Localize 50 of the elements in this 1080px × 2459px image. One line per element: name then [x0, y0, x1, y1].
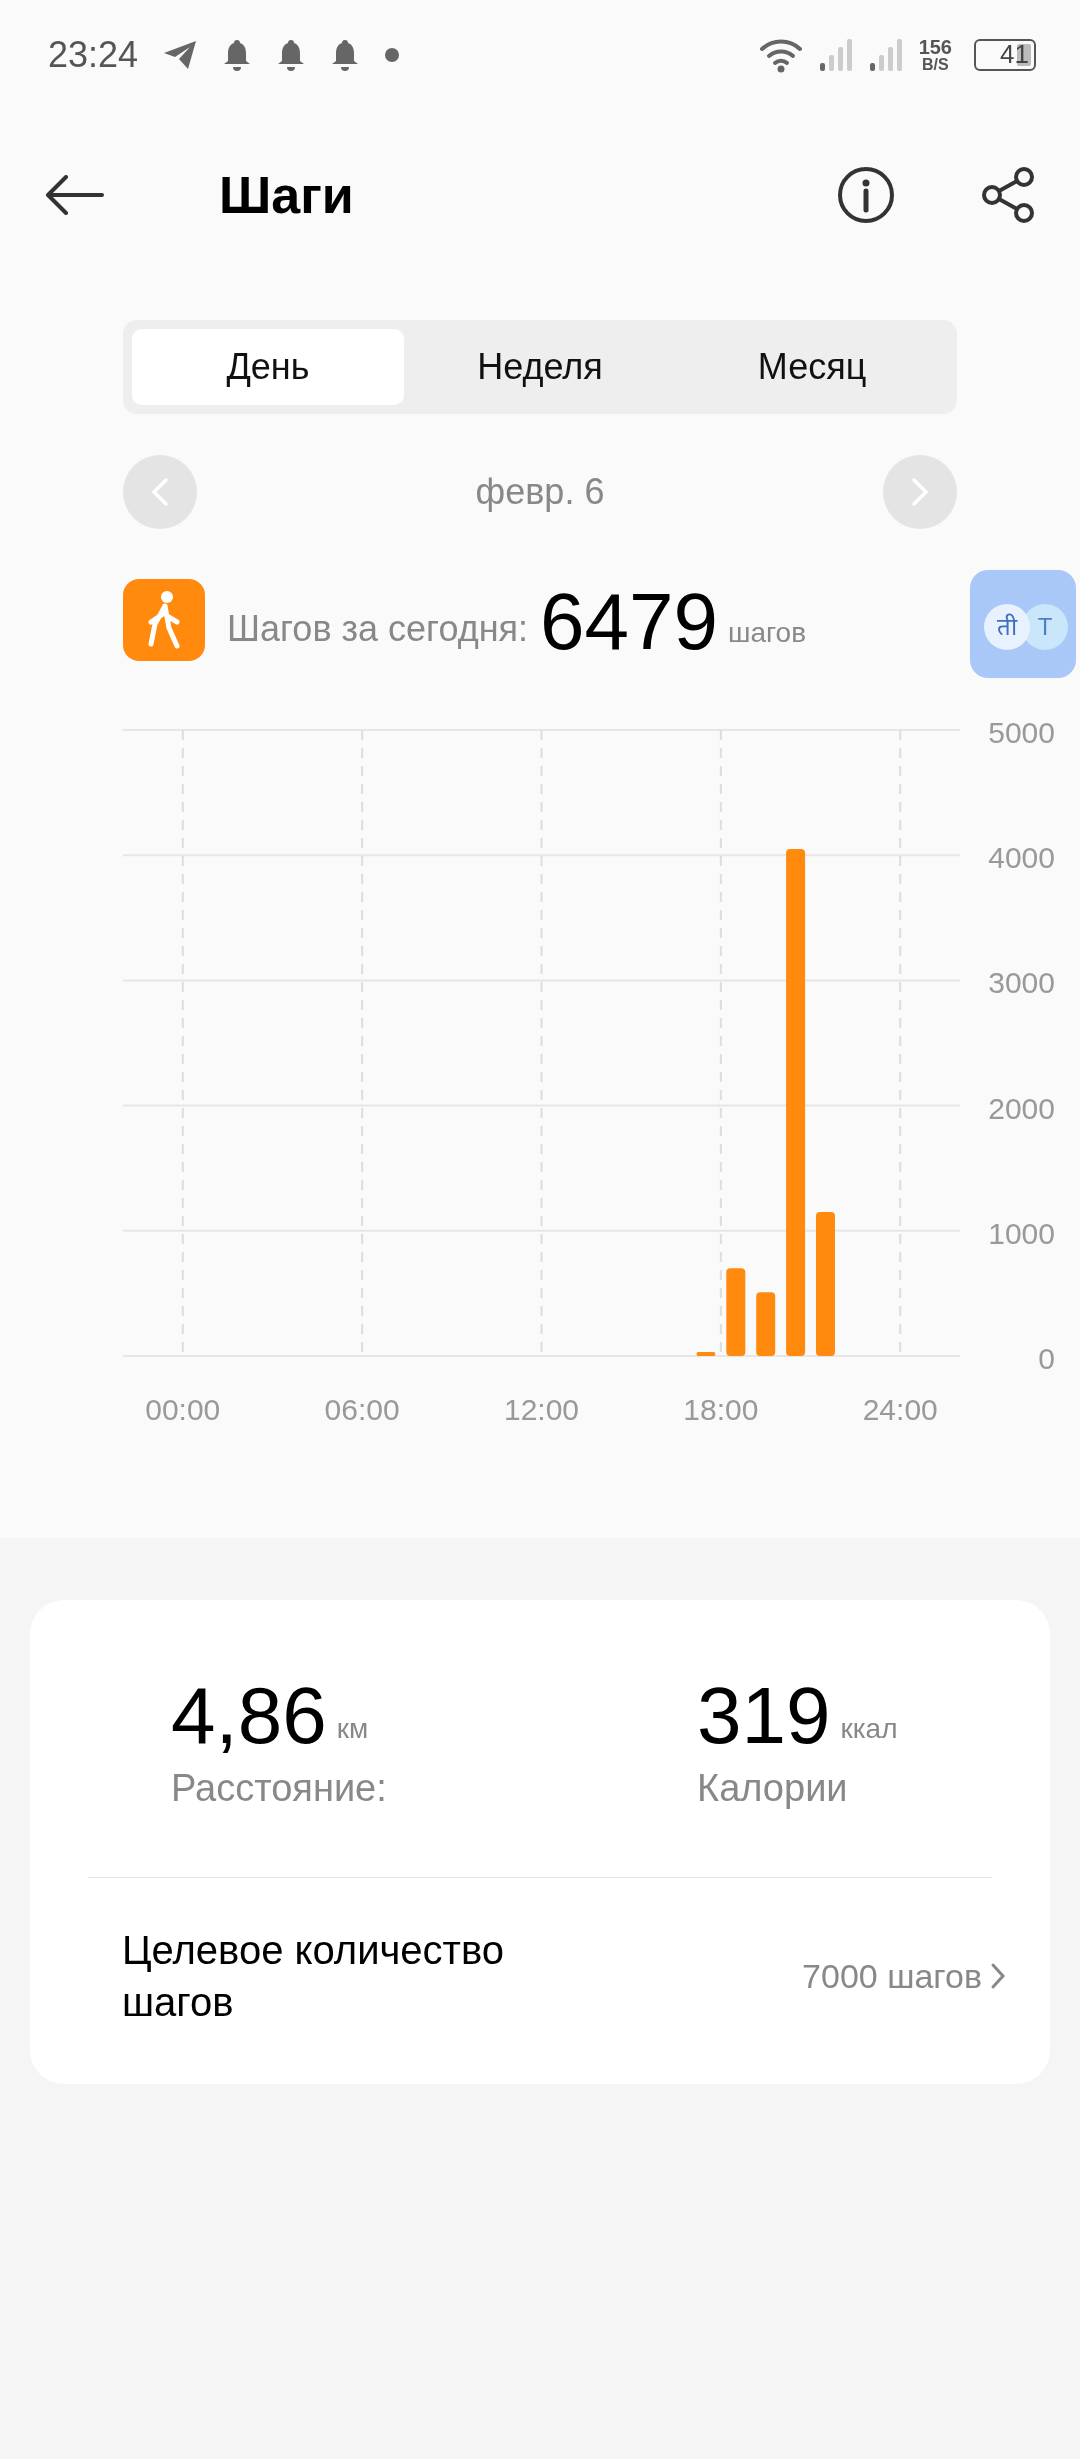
stat-unit: ккал	[840, 1712, 898, 1746]
send-icon	[162, 39, 199, 71]
bar	[756, 1292, 776, 1356]
goal-value: 7000 шагов	[802, 1955, 982, 1997]
info-icon	[836, 165, 896, 225]
y-tick-label: 2000	[988, 1091, 1055, 1125]
y-tick-label: 0	[1038, 1342, 1055, 1375]
dot-icon	[384, 47, 401, 63]
signal-icon	[868, 39, 903, 71]
translator-bubble[interactable]: ती T	[970, 570, 1076, 678]
chevron-left-icon	[150, 477, 170, 507]
steps-label: Шагов за сегодня:	[227, 607, 528, 651]
chevron-right-icon	[990, 1962, 1006, 1990]
bubble-letter: ती	[984, 604, 1030, 650]
page-title: Шаги	[219, 165, 354, 226]
stat-unit: км	[336, 1712, 369, 1746]
date-label: февр. 6	[475, 470, 605, 514]
y-tick-label: 3000	[988, 966, 1055, 1000]
goal-label: Целевое количество шагов	[122, 1927, 505, 2026]
bar	[696, 1352, 716, 1356]
period-tab[interactable]: Месяц	[676, 329, 948, 405]
stat-value: 319	[697, 1676, 831, 1756]
period-tab[interactable]: Неделя	[404, 329, 676, 405]
wifi-icon	[758, 37, 803, 73]
info-button[interactable]	[836, 165, 896, 225]
battery-level: 41	[1000, 41, 1029, 67]
x-tick-label: 00:00	[145, 1393, 221, 1422]
clock: 23:24	[48, 33, 139, 77]
x-tick-label: 06:00	[324, 1393, 400, 1422]
y-tick-label: 1000	[988, 1216, 1055, 1250]
steps-unit: шагов	[728, 616, 807, 650]
stat-label: Калории	[697, 1766, 849, 1811]
network-speed: 156	[918, 37, 952, 57]
back-button[interactable]	[44, 175, 104, 215]
signal-icon	[818, 39, 853, 71]
stat-label: Расстояние:	[171, 1766, 388, 1811]
walking-icon	[123, 579, 205, 661]
stat-value: 4,86	[171, 1676, 327, 1756]
goal-value-button[interactable]: 7000 шагов	[796, 1949, 1012, 2003]
back-arrow-icon	[44, 175, 104, 215]
y-tick-label: 5000	[988, 716, 1055, 749]
network-unit: B/S	[921, 57, 949, 73]
x-tick-label: 24:00	[862, 1393, 938, 1422]
x-tick-label: 18:00	[683, 1393, 759, 1422]
chevron-right-icon	[910, 477, 930, 507]
y-tick-label: 4000	[988, 841, 1055, 875]
period-tab[interactable]: День	[132, 329, 404, 405]
x-tick-label: 12:00	[503, 1393, 580, 1422]
steps-value: 6479	[540, 582, 718, 662]
battery-icon	[974, 39, 1036, 71]
